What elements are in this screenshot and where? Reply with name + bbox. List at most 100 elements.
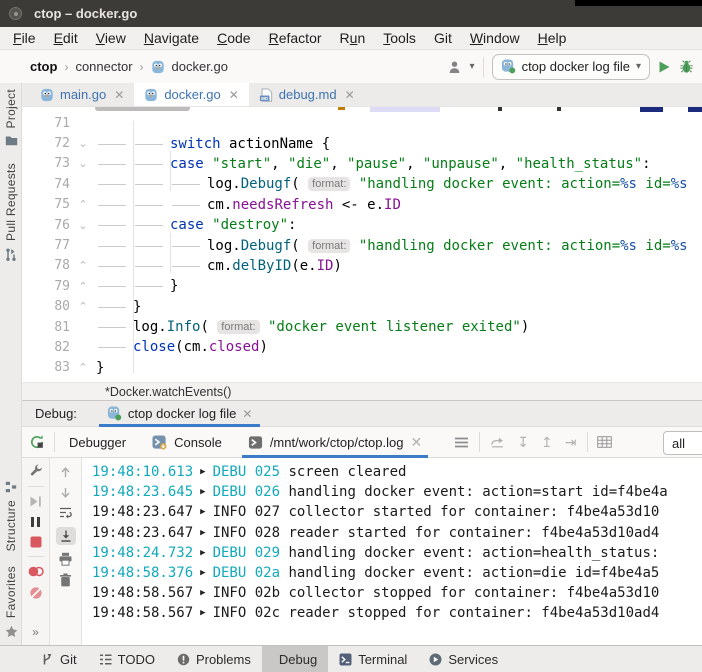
- sidebar-item-project[interactable]: Project: [0, 89, 22, 146]
- editor-tab-main-go[interactable]: main.go✕: [30, 83, 134, 106]
- code-line[interactable]: 76⌄case "destroy":: [22, 215, 702, 235]
- scrollbar-thumb[interactable]: [95, 107, 190, 111]
- move-down-icon[interactable]: ↧: [517, 435, 529, 449]
- code-line[interactable]: 82close(cm.closed): [22, 337, 702, 357]
- log-arrow-icon: ▶: [200, 568, 205, 578]
- toolwindow-button-debug[interactable]: Debug: [262, 646, 328, 672]
- settings-icon[interactable]: [29, 464, 43, 478]
- chevron-down-icon[interactable]: ▾: [470, 61, 475, 72]
- run-configuration-select[interactable]: ctop docker log file ▾: [492, 54, 650, 80]
- sidebar-item-pull-requests[interactable]: Pull Requests: [0, 163, 22, 261]
- editor-tab-debug-md[interactable]: MDdebug.md✕: [249, 83, 365, 106]
- sidebar-item-favorites[interactable]: Favorites: [0, 566, 22, 638]
- menu-item-run[interactable]: Run: [331, 30, 375, 46]
- debug-tab-console[interactable]: Console: [146, 427, 228, 457]
- breadcrumb-item[interactable]: ctop: [30, 59, 57, 74]
- menu-item-tools[interactable]: Tools: [374, 30, 425, 46]
- code-line[interactable]: 81log.Info( format: "docker event listen…: [22, 317, 702, 337]
- code-line[interactable]: 72⌄switch actionName {: [22, 133, 702, 153]
- scroll-to-end-icon[interactable]: [56, 527, 76, 545]
- menu-item-code[interactable]: Code: [208, 30, 259, 46]
- code-editor[interactable]: 7172⌄switch actionName {73⌄case "start",…: [22, 107, 702, 382]
- layout-grid-icon[interactable]: [597, 436, 612, 448]
- fold-down-icon[interactable]: ⌄: [70, 157, 96, 170]
- debug-button[interactable]: [679, 59, 694, 74]
- code-token: }: [170, 278, 178, 294]
- log-output[interactable]: 19:48:10.613▶DEBU 025 screen cleared19:4…: [82, 458, 702, 645]
- code-line[interactable]: 80⌃}: [22, 297, 702, 317]
- code-text: cm.delByID(e.ID): [96, 258, 702, 274]
- toolwindow-button-services[interactable]: Services: [418, 646, 509, 672]
- menu-item-edit[interactable]: Edit: [45, 30, 87, 46]
- debug-tab-debugger[interactable]: Debugger: [63, 427, 132, 457]
- close-icon[interactable]: ✕: [410, 435, 422, 449]
- code-line[interactable]: 79⌃}: [22, 276, 702, 296]
- code-token: id=: [637, 176, 671, 192]
- scroll-to-caret-icon[interactable]: ⇥: [565, 435, 577, 449]
- user-icon[interactable]: [447, 60, 462, 74]
- fold-up-icon[interactable]: ⌃: [70, 280, 96, 293]
- code-line[interactable]: 83⌃}: [22, 358, 702, 378]
- rerun-button[interactable]: [29, 434, 45, 450]
- run-button[interactable]: [658, 60, 671, 74]
- menu-item-window[interactable]: Window: [461, 30, 529, 46]
- debug-session-tab[interactable]: ctop docker log file ✕: [99, 401, 260, 426]
- menu-item-git[interactable]: Git: [425, 30, 461, 46]
- menu-item-navigate[interactable]: Navigate: [135, 30, 208, 46]
- debug-tab--mnt-work-ctop-ctop-log[interactable]: /mnt/work/ctop/ctop.log✕: [242, 427, 428, 457]
- log-level: INFO 02c: [213, 605, 280, 621]
- fold-up-icon[interactable]: ⌃: [70, 361, 96, 374]
- print-icon[interactable]: [58, 552, 73, 566]
- close-icon[interactable]: ✕: [114, 88, 124, 102]
- menu-item-view[interactable]: View: [87, 30, 135, 46]
- parameter-hint: format:: [217, 320, 259, 334]
- soft-wrap-icon[interactable]: [58, 506, 73, 520]
- code-token: ): [259, 339, 267, 355]
- divider: [587, 432, 588, 452]
- code-line[interactable]: 78⌃cm.delByID(e.ID): [22, 256, 702, 276]
- move-up-icon[interactable]: ↥: [541, 435, 553, 449]
- editor-tab-docker-go[interactable]: docker.go✕: [134, 83, 248, 106]
- stop-icon[interactable]: [30, 536, 42, 548]
- fold-up-icon[interactable]: ⌃: [70, 300, 96, 313]
- fold-up-icon[interactable]: ⌃: [70, 198, 96, 211]
- editor-context-bar[interactable]: *Docker.watchEvents(): [22, 382, 702, 400]
- breadcrumb-item[interactable]: docker.go: [172, 59, 228, 74]
- fold-down-icon[interactable]: ⌄: [70, 137, 96, 150]
- close-icon[interactable]: ✕: [229, 88, 239, 102]
- code-line[interactable]: 73⌄case "start", "die", "pause", "unpaus…: [22, 154, 702, 174]
- code-line[interactable]: 77log.Debugf( format: "handling docker e…: [22, 235, 702, 255]
- toolwindow-button-problems[interactable]: Problems: [166, 646, 262, 672]
- up-icon[interactable]: [59, 466, 72, 479]
- fold-up-icon[interactable]: ⌃: [70, 259, 96, 272]
- window-control-icon[interactable]: [9, 7, 22, 20]
- log-row: 19:48:23.647▶INFO 028 reader started for…: [92, 523, 702, 543]
- close-icon[interactable]: ✕: [242, 407, 252, 421]
- resume-icon[interactable]: [29, 495, 42, 508]
- log-level: INFO 027: [213, 504, 280, 520]
- code-line[interactable]: 75⌃cm.needsRefresh <- e.ID: [22, 195, 702, 215]
- code-token: case: [170, 156, 204, 172]
- clear-all-icon[interactable]: [59, 573, 72, 587]
- more-icon[interactable]: »: [32, 625, 39, 639]
- code-line[interactable]: 74log.Debugf( format: "handling docker e…: [22, 174, 702, 194]
- breadcrumb-item[interactable]: connector: [75, 59, 132, 74]
- sidebar-item-structure[interactable]: Structure: [0, 481, 22, 551]
- toolwindow-button-terminal[interactable]: Terminal: [328, 646, 418, 672]
- down-icon[interactable]: [59, 486, 72, 499]
- mute-breakpoints-icon[interactable]: [29, 586, 43, 600]
- toolwindow-button-todo[interactable]: TODO: [88, 646, 166, 672]
- code-line[interactable]: 71: [22, 113, 702, 133]
- layout-settings-icon[interactable]: [454, 437, 469, 448]
- menu-item-refactor[interactable]: Refactor: [260, 30, 331, 46]
- log-arrow-icon: ▶: [200, 507, 205, 517]
- previous-occurrence-icon[interactable]: [490, 436, 505, 448]
- menu-item-help[interactable]: Help: [529, 30, 576, 46]
- log-filter-select[interactable]: all: [663, 431, 702, 455]
- fold-down-icon[interactable]: ⌄: [70, 219, 96, 232]
- view-breakpoints-icon[interactable]: [28, 565, 44, 578]
- pause-icon[interactable]: [30, 516, 41, 528]
- menu-item-file[interactable]: File: [4, 30, 45, 46]
- close-icon[interactable]: ✕: [345, 88, 355, 102]
- toolwindow-button-git[interactable]: Git: [30, 646, 88, 672]
